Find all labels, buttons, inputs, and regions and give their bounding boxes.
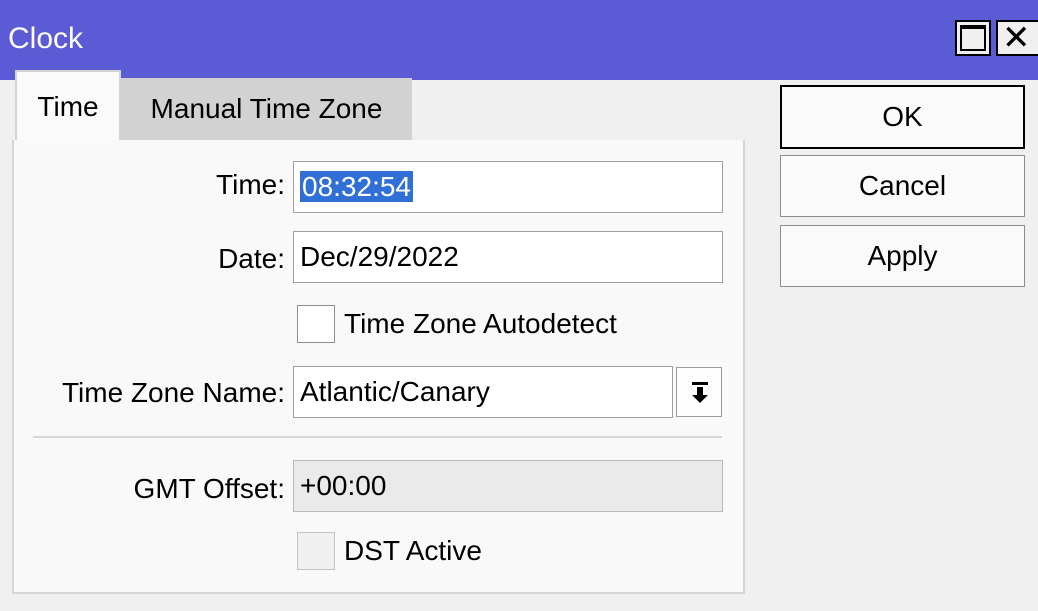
tz-autodetect-checkbox[interactable] [297, 305, 335, 343]
ok-button[interactable]: OK [780, 85, 1025, 149]
tz-autodetect-label: Time Zone Autodetect [344, 308, 617, 339]
date-input[interactable]: Dec/29/2022 [293, 231, 723, 283]
gmt-offset-label: GMT Offset: [133, 473, 285, 504]
tab-time[interactable]: Time [15, 70, 121, 140]
title-bar: Clock ✕ [0, 0, 1038, 80]
maximize-button[interactable] [955, 20, 991, 56]
close-button[interactable]: ✕ [996, 19, 1038, 57]
section-divider [33, 436, 722, 438]
dst-active-label: DST Active [344, 535, 482, 566]
tz-name-label: Time Zone Name: [61, 377, 285, 408]
close-icon: ✕ [1002, 19, 1031, 57]
dropdown-arrow-icon [692, 382, 708, 403]
tab-manual-time-zone[interactable]: Manual Time Zone [121, 78, 412, 140]
apply-button[interactable]: Apply [780, 225, 1025, 287]
tz-name-select[interactable]: Atlantic/Canary [293, 366, 673, 418]
maximize-icon [960, 25, 986, 51]
time-label: Time: [216, 169, 285, 200]
window-title: Clock [8, 22, 84, 55]
tz-name-dropdown-button[interactable] [676, 367, 722, 417]
time-value: 08:32:54 [300, 171, 413, 202]
cancel-button[interactable]: Cancel [780, 155, 1025, 217]
dst-active-checkbox [297, 532, 335, 570]
date-label: Date: [218, 243, 285, 274]
time-input[interactable]: 08:32:54 [293, 161, 723, 213]
gmt-offset-field: +00:00 [293, 460, 723, 512]
